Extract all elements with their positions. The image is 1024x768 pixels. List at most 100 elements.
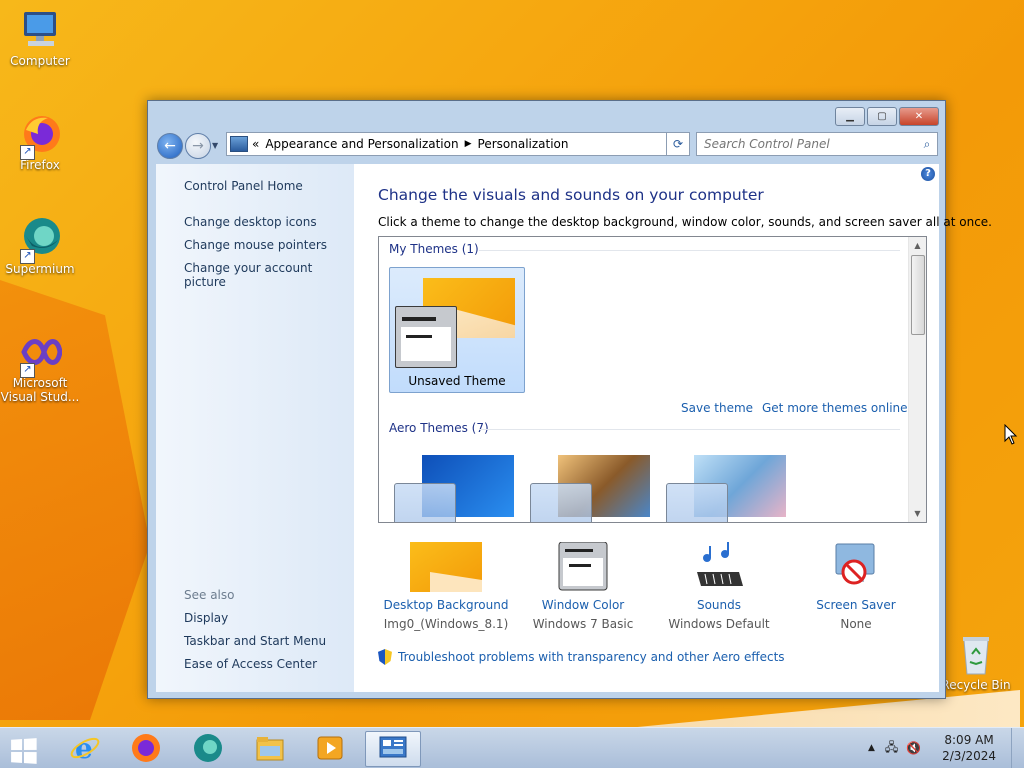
see-also-heading: See also [184,588,235,602]
start-button[interactable] [0,731,46,765]
desktop-icon-firefox[interactable]: ↗ Firefox [0,112,80,172]
refresh-button[interactable]: ⟳ [666,132,690,156]
firefox-icon [132,734,160,762]
desktop-icon-label: Recycle Bin [941,678,1011,692]
taskbar-control-panel[interactable] [365,731,421,767]
desktop-icon-supermium[interactable]: ↗ Supermium [0,216,80,276]
maximize-button[interactable]: ▢ [867,107,897,126]
aero-themes-header: Aero Themes (7) [389,421,489,435]
change-account-picture-link[interactable]: Change your account picture [184,261,354,289]
desktop-icon-visual-studio[interactable]: ↗ Microsoft Visual Stud... [0,330,80,404]
theme-tile-aero[interactable] [530,455,652,522]
clock-time: 8:09 AM [944,733,994,747]
recent-pages-dropdown-icon[interactable]: ▼ [212,141,218,150]
help-icon[interactable]: ? [921,167,935,181]
windows-logo-icon [11,738,37,764]
desktop-icon-label: Microsoft Visual Stud... [0,376,80,404]
svg-text:e: e [75,732,93,764]
address-bar[interactable]: « Appearance and Personalization ▶ Perso… [226,132,690,156]
screen-saver-item[interactable]: Screen Saver None [786,542,926,631]
desktop-background-item[interactable]: Desktop Background Img0_(Windows_8.1) [376,542,516,631]
desktop-icon-label: Computer [10,54,70,68]
my-themes-header: My Themes (1) [389,242,479,256]
scroll-down-icon[interactable]: ▼ [909,505,926,522]
group-divider [479,429,900,430]
minimize-button[interactable]: ▁ [835,107,865,126]
taskbar: e ▲ 🖧 🔇 8:09 AM 2/3/2024 [0,727,1024,768]
theme-window-thumbnail [666,483,728,522]
close-button[interactable]: ✕ [899,107,939,126]
sounds-value: Windows Default [668,617,770,631]
navigation-bar: ← → ▼ « Appearance and Personalization ▶… [156,131,938,159]
window-color-item[interactable]: Window Color Windows 7 Basic [513,541,653,631]
scroll-up-icon[interactable]: ▲ [909,237,926,254]
theme-list-scrollbar[interactable]: ▲ ▼ [908,237,926,522]
show-hidden-icons-icon[interactable]: ▲ [868,743,875,753]
save-theme-link[interactable]: Save theme [681,401,753,415]
sounds-link[interactable]: Sounds [649,598,789,612]
theme-tile-aero[interactable] [666,455,788,522]
search-icon[interactable]: ⌕ [917,137,937,152]
display-link[interactable]: Display [184,611,228,625]
media-player-icon [317,736,343,760]
troubleshoot-row[interactable]: Troubleshoot problems with transparency … [378,649,785,665]
system-tray: ▲ 🖧 🔇 [868,728,921,768]
get-more-themes-link[interactable]: Get more themes online [762,401,908,415]
taskbar-firefox[interactable] [119,731,173,765]
left-pane: Control Panel Home Change desktop icons … [156,164,354,692]
network-icon[interactable]: 🖧 [885,738,898,759]
breadcrumb-separator-icon[interactable]: ▶ [465,139,472,149]
show-desktop-button[interactable] [1011,728,1024,768]
ease-of-access-link[interactable]: Ease of Access Center [184,657,317,671]
recycle-bin-icon [954,632,998,676]
mouse-cursor-icon [1004,424,1018,445]
change-desktop-icons-link[interactable]: Change desktop icons [184,215,317,229]
screen-saver-link[interactable]: Screen Saver [786,598,926,612]
control-panel-home-link[interactable]: Control Panel Home [184,179,303,193]
screen-saver-value: None [840,617,872,631]
taskbar-start-menu-link[interactable]: Taskbar and Start Menu [184,634,326,648]
breadcrumb-personalization[interactable]: Personalization [478,137,569,151]
desktop-icon-label: Supermium [5,262,75,276]
folder-icon [256,737,284,761]
clock[interactable]: 8:09 AM 2/3/2024 [942,732,996,764]
taskbar-file-explorer[interactable] [243,731,297,765]
theme-tile-aero[interactable] [394,455,516,522]
change-mouse-pointers-link[interactable]: Change mouse pointers [184,238,327,252]
forward-button[interactable]: → [185,133,211,159]
taskbar-internet-explorer[interactable]: e [58,731,112,765]
taskbar-media-player[interactable] [303,731,357,765]
theme-window-thumbnail [530,483,592,522]
theme-window-thumbnail [395,306,457,368]
clock-date: 2/3/2024 [942,749,996,763]
desktop-background-link[interactable]: Desktop Background [376,598,516,612]
theme-tile-unsaved[interactable]: Unsaved Theme [389,267,525,393]
back-button[interactable]: ← [157,133,183,159]
search-input[interactable] [697,136,917,152]
taskbar-supermium[interactable] [181,731,235,765]
desktop-background-icon [410,542,482,592]
scroll-thumb[interactable] [911,255,925,335]
breadcrumb-overflow[interactable]: « [252,137,259,151]
page-subtitle: Click a theme to change the desktop back… [378,215,992,229]
sounds-icon [683,542,755,592]
window-color-link[interactable]: Window Color [513,598,653,612]
breadcrumb-appearance[interactable]: Appearance and Personalization [265,137,458,151]
theme-list[interactable]: My Themes (1) Unsaved Theme Save theme G… [378,236,927,523]
caption-buttons: ▁ ▢ ✕ [835,107,939,126]
sounds-item[interactable]: Sounds Windows Default [649,542,789,631]
theme-window-thumbnail [394,483,456,522]
troubleshoot-link[interactable]: Troubleshoot problems with transparency … [398,650,785,664]
search-box: ⌕ [696,132,938,156]
firefox-icon: ↗ [18,112,62,160]
shortcut-arrow-icon: ↗ [20,363,35,378]
desktop-background-value: Img0_(Windows_8.1) [383,617,509,631]
desktop-icon-recycle-bin[interactable]: Recycle Bin [936,632,1016,692]
desktop-icon-computer[interactable]: Computer [0,8,80,68]
window-color-icon [547,541,619,592]
volume-muted-icon[interactable]: 🔇 [906,741,921,755]
theme-name: Unsaved Theme [408,374,506,388]
control-panel-icon [230,136,248,152]
shield-icon [378,649,392,665]
visual-studio-icon: ↗ [18,330,63,378]
